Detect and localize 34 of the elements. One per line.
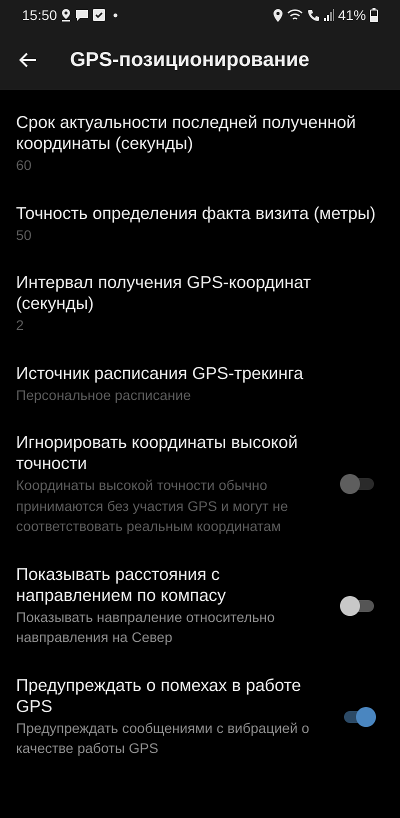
setting-title: Интервал получения GPS-координат (секунды) <box>16 272 312 314</box>
setting-summary: Координаты высокой точности обычно принимаются без участия GPS и могут не соответствовать реальным координатам <box>16 476 290 536</box>
back-arrow-icon <box>19 52 37 68</box>
setting-summary: Предупреждать сообщениями с вибрацией о качестве работы GPS <box>16 718 310 758</box>
call-icon <box>306 8 320 22</box>
signal-icon <box>324 9 334 21</box>
clock-text: 15:50 <box>22 6 58 24</box>
setting-title: Источник расписания GPS-трекинга <box>16 362 304 384</box>
toggle-switch[interactable] <box>340 596 376 616</box>
setting-title: Точность определения факта визита (метры) <box>16 202 377 224</box>
setting-row[interactable]: Показывать расстояния с направлением по компасу Показывать навпраление относительно навправления на Север <box>0 552 400 664</box>
battery-text: 41% <box>338 6 366 24</box>
battery-icon <box>370 8 378 22</box>
setting-title: Предупреждать о помехах в работе GPS <box>16 674 302 716</box>
setting-row[interactable]: Предупреждать о помехах в работе GPS Предупреждать сообщениями с вибрацией о качестве работы GPS <box>0 664 400 774</box>
screen-title: GPS-позиционирование <box>70 48 310 73</box>
setting-value: 50 <box>16 226 33 244</box>
checkbox-icon <box>93 9 106 21</box>
setting-title: Игнорировать координаты высокой точности <box>16 432 299 474</box>
location-icon <box>61 8 72 22</box>
notification-dot: • <box>113 6 118 24</box>
location-icon <box>272 8 283 22</box>
wifi-icon <box>286 8 303 22</box>
setting-row[interactable]: Срок актуальности последней полученной координаты (секунды) 60 <box>0 98 400 192</box>
setting-summary: Показывать навпраление относительно навправления на Север <box>16 608 276 647</box>
setting-value: 60 <box>16 156 33 175</box>
message-icon <box>75 8 90 22</box>
setting-title: Показывать расстояния с направлением по компасу <box>16 564 227 606</box>
setting-title: Срок актуальности последней полученной координаты (секунды) <box>16 112 357 154</box>
setting-row[interactable]: Интервал получения GPS-координат (секунды) 2 <box>0 261 400 352</box>
setting-value: Персональное расписание <box>16 386 192 405</box>
setting-row[interactable]: Источник расписания GPS-трекинга Персональное расписание <box>0 352 400 421</box>
setting-value: 2 <box>16 316 25 335</box>
setting-row[interactable]: Точность определения факта визита (метры) 50 <box>0 192 400 261</box>
